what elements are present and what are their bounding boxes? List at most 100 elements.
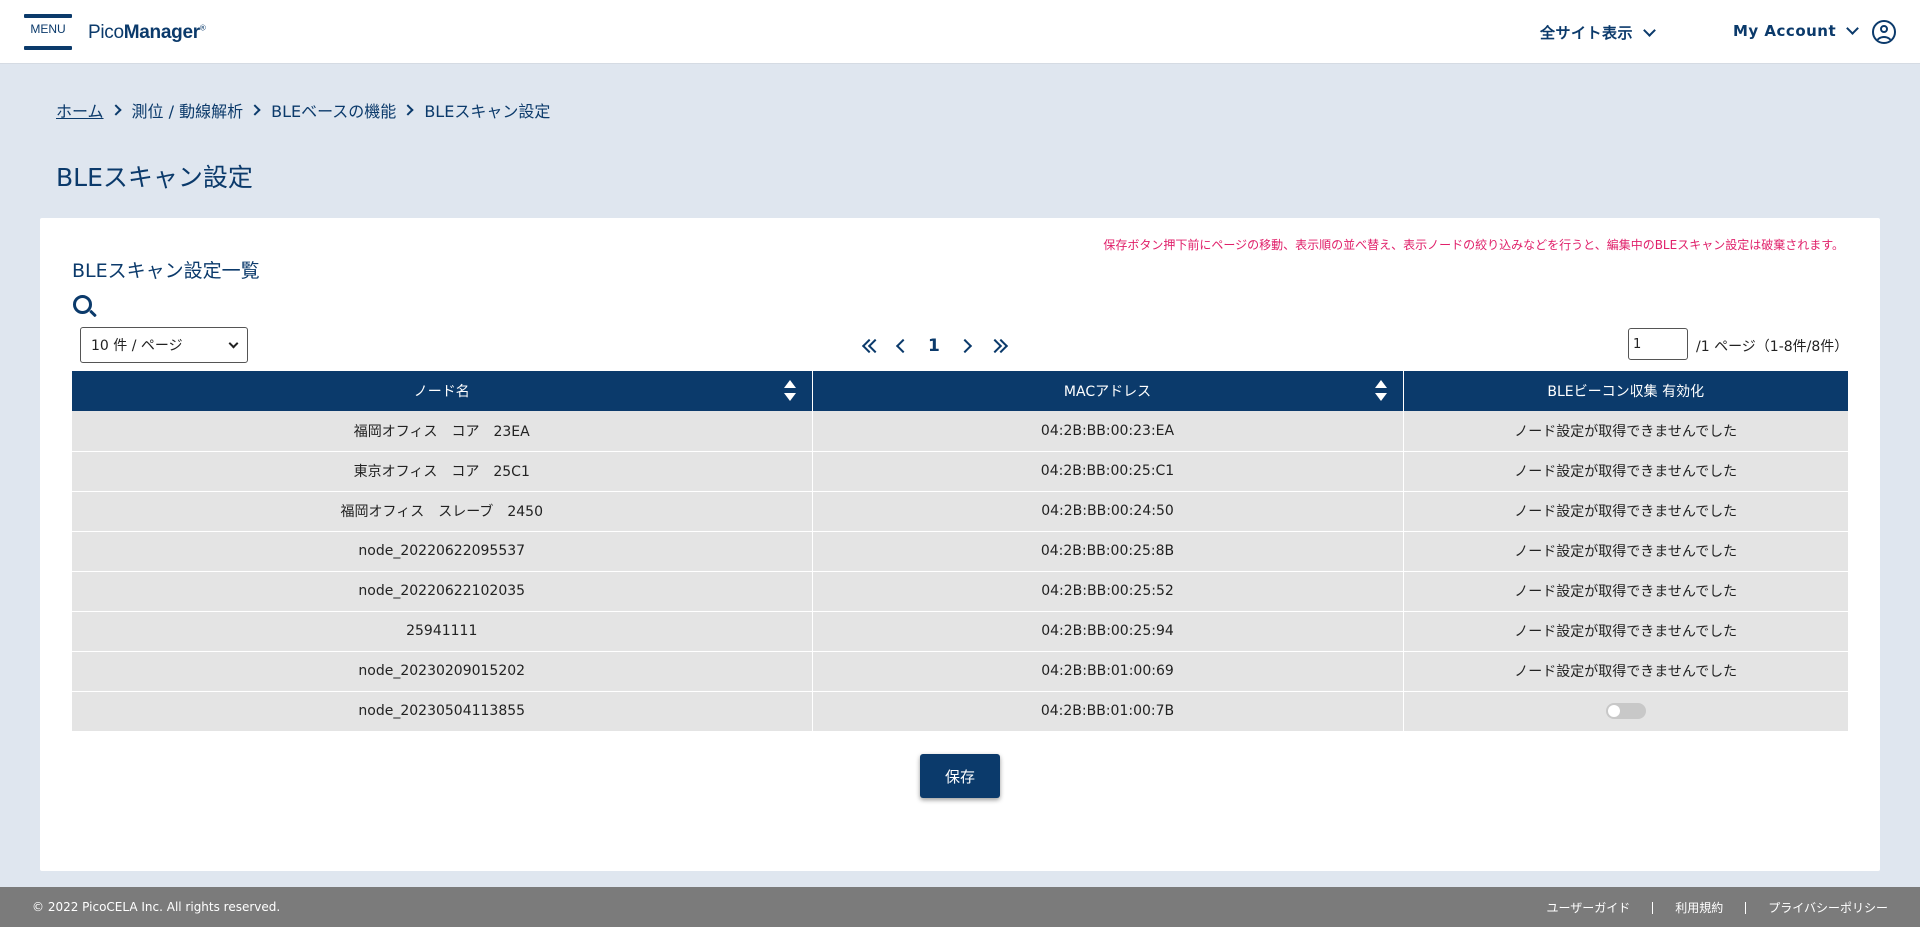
node-name-cell: 福岡オフィス コア 23EA bbox=[72, 411, 813, 452]
column-header-label: BLEビーコン収集 有効化 bbox=[1547, 384, 1705, 400]
my-account-label: My Account bbox=[1733, 22, 1837, 40]
column-header-label: ノード名 bbox=[413, 384, 470, 400]
ble-toggle-cell bbox=[1403, 691, 1848, 732]
breadcrumb-current: BLEスキャン設定 bbox=[424, 102, 551, 121]
page-size-select[interactable]: 10 件 / ページ bbox=[80, 327, 248, 363]
footer-divider bbox=[1652, 901, 1654, 914]
breadcrumb-item: 測位 / 動線解析 bbox=[131, 102, 244, 121]
table-row: 25941111 04:2B:BB:00:25:94 ノード設定が取得できません… bbox=[72, 611, 1848, 652]
column-header-node-name[interactable]: ノード名 bbox=[72, 371, 813, 411]
ble-status-cell: ノード設定が取得できませんでした bbox=[1403, 651, 1848, 692]
footer-link-privacy[interactable]: プライバシーポリシー bbox=[1768, 899, 1888, 916]
page-title: BLEスキャン設定 bbox=[56, 163, 253, 192]
breadcrumb: ホーム 測位 / 動線解析 BLEベースの機能 BLEスキャン設定 bbox=[56, 98, 550, 122]
picomanager-logo[interactable]: PicoManager® bbox=[88, 22, 206, 44]
search-icon-handle bbox=[89, 309, 97, 318]
unsaved-warning: 保存ボタン押下前にページの移動、表示順の並べ替え、表示ノードの絞り込みなどを行う… bbox=[1103, 238, 1844, 252]
node-name-cell: node_20230504113855 bbox=[72, 691, 813, 732]
my-account-dropdown[interactable]: My Account bbox=[1733, 22, 1860, 40]
site-view-label: 全サイト表示 bbox=[1540, 24, 1634, 42]
first-page-button[interactable] bbox=[860, 336, 883, 356]
prev-page-button[interactable] bbox=[892, 336, 911, 356]
search-icon[interactable] bbox=[72, 294, 98, 320]
table-row: node_20230504113855 04:2B:BB:01:00:7B bbox=[72, 691, 1848, 732]
mac-address-cell: 04:2B:BB:00:25:94 bbox=[812, 611, 1404, 652]
column-header-label: MACアドレス bbox=[1063, 384, 1152, 400]
node-name-cell: 東京オフィス コア 25C1 bbox=[72, 451, 813, 492]
save-button[interactable]: 保存 bbox=[920, 754, 1000, 798]
mac-address-cell: 04:2B:BB:01:00:7B bbox=[812, 691, 1404, 732]
copyright-text: © 2022 PicoCELA Inc. All rights reserved… bbox=[32, 900, 281, 914]
chevron-right-icon bbox=[402, 104, 414, 116]
site-view-dropdown[interactable]: 全サイト表示 bbox=[1540, 22, 1656, 43]
account-icon[interactable] bbox=[1872, 20, 1896, 44]
node-name-cell: node_20230209015202 bbox=[72, 651, 813, 692]
mac-address-cell: 04:2B:BB:00:25:52 bbox=[812, 571, 1404, 612]
table-row: 東京オフィス コア 25C1 04:2B:BB:00:25:C1 ノード設定が取… bbox=[72, 451, 1848, 492]
sort-icon[interactable] bbox=[783, 379, 796, 403]
sort-down-icon bbox=[1374, 393, 1387, 401]
logo-light-text: Pico bbox=[88, 22, 124, 43]
mac-address-cell: 04:2B:BB:01:00:69 bbox=[812, 651, 1404, 692]
mac-address-cell: 04:2B:BB:00:24:50 bbox=[812, 491, 1404, 532]
chevron-down-icon bbox=[1643, 23, 1656, 37]
mac-address-cell: 04:2B:BB:00:25:C1 bbox=[812, 451, 1404, 492]
sort-up-icon bbox=[1374, 380, 1387, 388]
footer-divider bbox=[1745, 901, 1747, 914]
node-name-cell: node_20220622102035 bbox=[72, 571, 813, 612]
last-page-button[interactable] bbox=[987, 336, 1008, 356]
chevron-down-icon bbox=[1846, 22, 1860, 35]
mac-address-cell: 04:2B:BB:00:23:EA bbox=[812, 411, 1404, 452]
ble-status-cell: ノード設定が取得できませんでした bbox=[1403, 411, 1848, 452]
account-icon-head bbox=[1880, 25, 1888, 33]
menu-bar-top bbox=[24, 14, 72, 18]
mac-address-cell: 04:2B:BB:00:25:8B bbox=[812, 531, 1404, 572]
footer-link-user-guide[interactable]: ユーザーガイド bbox=[1546, 899, 1630, 916]
chevron-right-icon bbox=[109, 104, 122, 116]
chevron-right-icon bbox=[249, 104, 261, 116]
toggle-knob bbox=[1607, 705, 1620, 717]
sort-down-icon bbox=[783, 393, 796, 401]
chevron-down-icon bbox=[228, 338, 239, 348]
table-row: 福岡オフィス コア 23EA 04:2B:BB:00:23:EA ノード設定が取… bbox=[72, 411, 1848, 452]
menu-bar-bottom bbox=[24, 46, 72, 50]
ble-status-cell: ノード設定が取得できませんでした bbox=[1403, 571, 1848, 612]
menu-button[interactable]: MENU bbox=[22, 14, 74, 50]
sort-up-icon bbox=[783, 380, 796, 388]
ble-scan-table: ノード名 MACアドレス BLEビーコン収集 有効化 福岡オフィス コア 23E… bbox=[72, 371, 1848, 732]
menu-label: MENU bbox=[30, 22, 66, 36]
page-size-value: 10 件 / ページ bbox=[91, 338, 183, 354]
breadcrumb-item: BLEベースの機能 bbox=[271, 102, 397, 121]
chevron-right-icon bbox=[957, 338, 972, 354]
next-page-button[interactable] bbox=[957, 336, 976, 356]
table-row: 福岡オフィス スレーブ 2450 04:2B:BB:00:24:50 ノード設定… bbox=[72, 491, 1848, 532]
node-name-cell: node_20220622095537 bbox=[72, 531, 813, 572]
ble-beacon-toggle[interactable] bbox=[1605, 703, 1646, 719]
node-name-cell: 福岡オフィス スレーブ 2450 bbox=[72, 491, 813, 532]
logo-bold-text: Manager bbox=[123, 22, 200, 43]
account-icon-shoulders bbox=[1876, 36, 1892, 42]
card-title: BLEスキャン設定一覧 bbox=[72, 260, 260, 282]
column-header-ble-beacon: BLEビーコン収集 有効化 bbox=[1403, 371, 1848, 411]
footer-links: ユーザーガイド 利用規約 プライバシーポリシー bbox=[1546, 899, 1888, 916]
page-info: /1 ページ（1-8件/8件） bbox=[1696, 339, 1849, 355]
table-row: node_20230209015202 04:2B:BB:01:00:69 ノー… bbox=[72, 651, 1848, 692]
top-header: MENU PicoManager® 全サイト表示 My Account bbox=[0, 0, 1920, 64]
logo-registered-mark: ® bbox=[199, 23, 206, 33]
table-row: node_20220622095537 04:2B:BB:00:25:8B ノー… bbox=[72, 531, 1848, 572]
sort-icon[interactable] bbox=[1374, 379, 1387, 403]
ble-status-cell: ノード設定が取得できませんでした bbox=[1403, 491, 1848, 532]
footer-link-terms[interactable]: 利用規約 bbox=[1675, 899, 1723, 916]
current-page-number[interactable]: 1 bbox=[924, 336, 944, 356]
node-name-cell: 25941111 bbox=[72, 611, 813, 652]
footer: © 2022 PicoCELA Inc. All rights reserved… bbox=[0, 887, 1920, 927]
pagination: 1 bbox=[860, 331, 1008, 361]
ble-status-cell: ノード設定が取得できませんでした bbox=[1403, 531, 1848, 572]
breadcrumb-home-link[interactable]: ホーム bbox=[56, 98, 104, 122]
table-row: node_20220622102035 04:2B:BB:00:25:52 ノー… bbox=[72, 571, 1848, 612]
ble-scan-settings-card: 保存ボタン押下前にページの移動、表示順の並べ替え、表示ノードの絞り込みなどを行う… bbox=[40, 218, 1880, 871]
page-number-input[interactable] bbox=[1628, 328, 1688, 360]
table-header-row: ノード名 MACアドレス BLEビーコン収集 有効化 bbox=[72, 371, 1848, 411]
ble-status-cell: ノード設定が取得できませんでした bbox=[1403, 451, 1848, 492]
column-header-mac-address[interactable]: MACアドレス bbox=[812, 371, 1404, 411]
